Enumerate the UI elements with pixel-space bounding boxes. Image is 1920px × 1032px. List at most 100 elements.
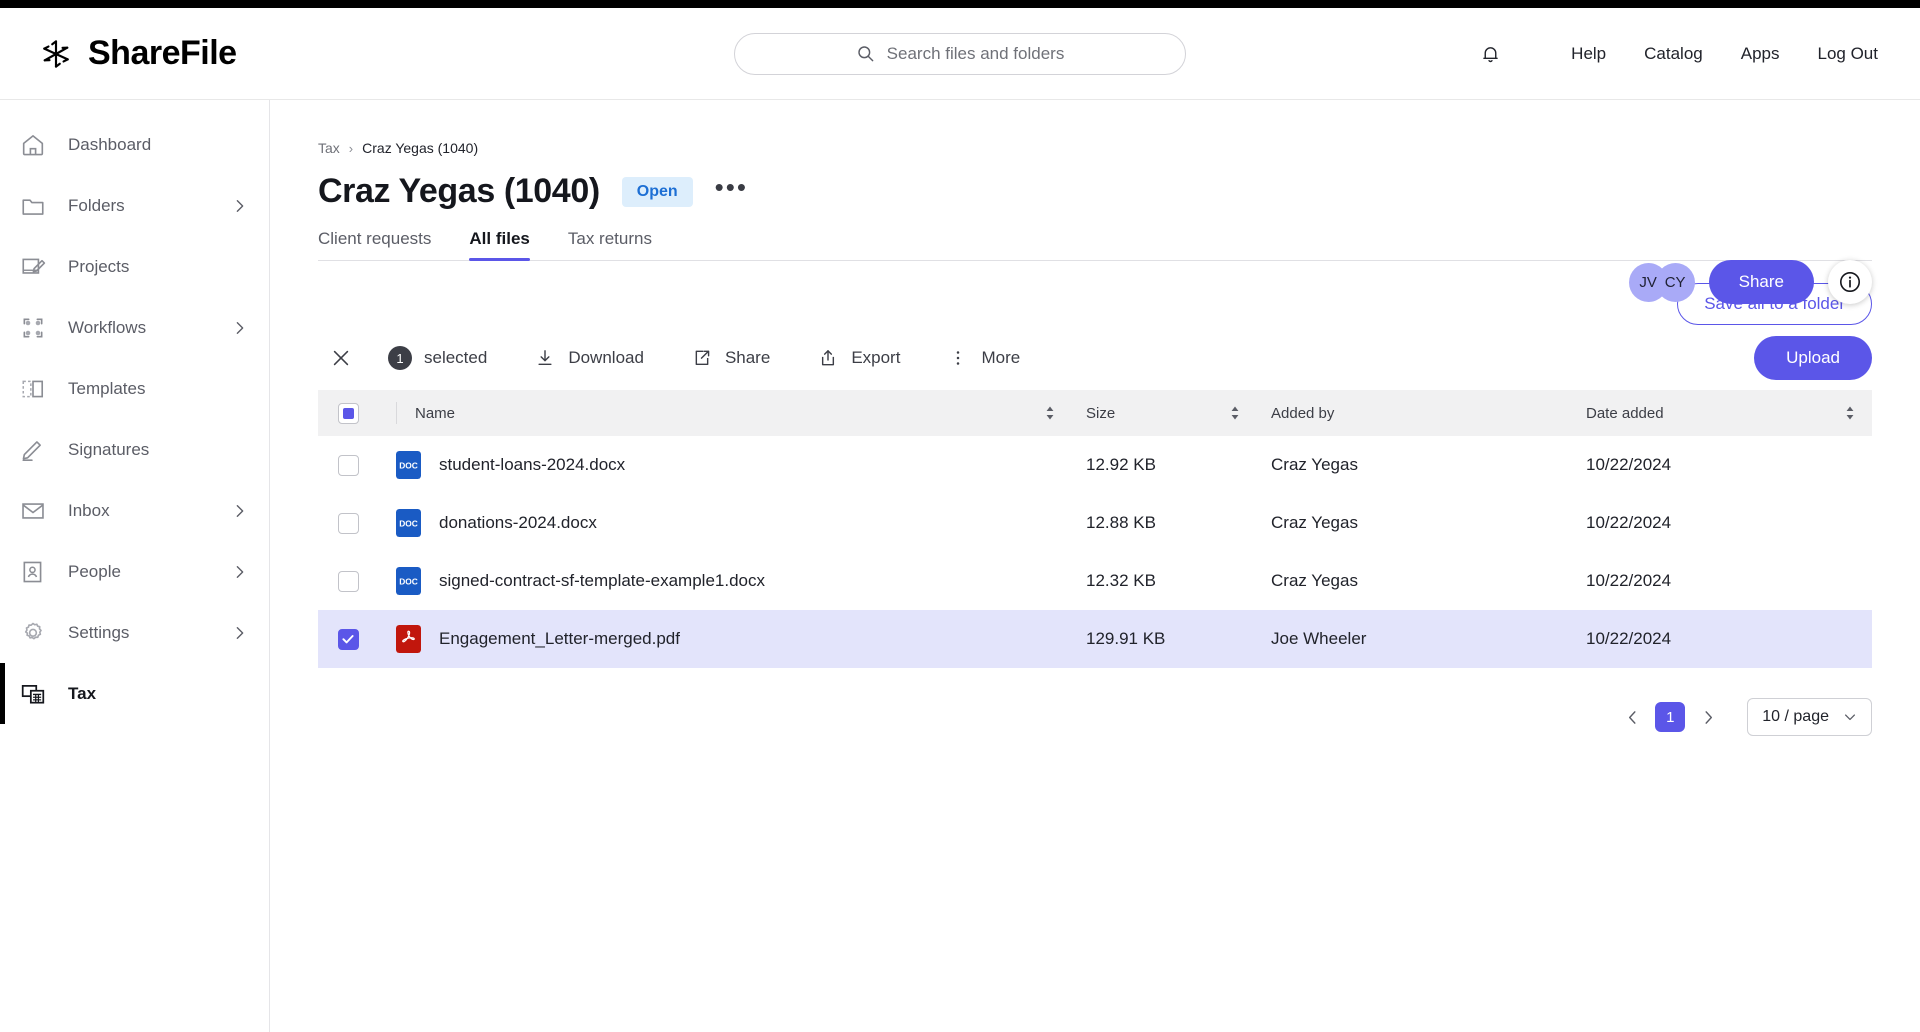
upload-button[interactable]: Upload: [1754, 336, 1872, 380]
page-body: Dashboard Folders Projects Workflows Tem…: [0, 100, 1920, 1032]
notification-bell-button[interactable]: [1480, 43, 1501, 64]
close-x-icon[interactable]: [330, 347, 352, 369]
share-action[interactable]: Share: [692, 348, 770, 368]
row-size: 129.91 KB: [1086, 629, 1166, 648]
file-name[interactable]: signed-contract-sf-template-example1.doc…: [439, 571, 765, 591]
tab-tax-returns[interactable]: Tax returns: [568, 229, 652, 260]
row-checkbox[interactable]: [337, 512, 359, 534]
content-tabs: Client requests All files Tax returns: [318, 229, 1872, 261]
export-label: Export: [851, 348, 901, 367]
share-button[interactable]: Share: [1708, 260, 1814, 304]
table-row[interactable]: Engagement_Letter-merged.pdf 129.91 KB J…: [318, 610, 1872, 668]
breadcrumb-current: Craz Yegas (1040): [362, 140, 479, 156]
files-table: Name Size Added by Date added DOC studen…: [318, 390, 1872, 668]
column-header-date-added[interactable]: Date added: [1572, 405, 1872, 422]
sidebar-item-tax[interactable]: Tax: [0, 663, 269, 724]
download-action[interactable]: Download: [535, 348, 644, 368]
column-header-size[interactable]: Size: [1072, 405, 1257, 422]
sidebar-item-inbox[interactable]: Inbox: [0, 480, 269, 541]
page-overflow-menu-button[interactable]: •••: [715, 174, 748, 201]
sidebar-label-inbox: Inbox: [68, 500, 110, 520]
sort-arrows-icon[interactable]: [1844, 405, 1856, 421]
row-checkbox[interactable]: [337, 628, 359, 650]
select-all-checkbox[interactable]: [337, 402, 359, 424]
search-input[interactable]: Search files and folders: [734, 32, 1186, 75]
sidebar-label-tax: Tax: [68, 683, 97, 703]
export-action[interactable]: Export: [818, 348, 900, 368]
download-icon: [538, 350, 552, 366]
avatar[interactable]: CY: [1655, 262, 1695, 302]
global-search[interactable]: Search files and folders: [734, 32, 1186, 75]
main-content: Tax › Craz Yegas (1040) Craz Yegas (1040…: [270, 100, 1920, 1032]
row-size: 12.88 KB: [1086, 513, 1156, 532]
chevron-right-icon: [236, 199, 244, 212]
more-action[interactable]: More: [948, 348, 1020, 368]
doc-file-icon: DOC: [396, 509, 421, 537]
column-label-size: Size: [1086, 404, 1116, 422]
row-name-cell: DOC donations-2024.docx: [378, 509, 1072, 537]
row-added-by: Craz Yegas: [1271, 513, 1358, 532]
info-button[interactable]: [1828, 260, 1872, 304]
sidebar-item-settings[interactable]: Settings: [0, 602, 269, 663]
breadcrumb-root[interactable]: Tax: [318, 140, 340, 156]
row-select-cell: [318, 570, 378, 592]
column-header-name[interactable]: Name: [378, 402, 1072, 424]
pagination-page-1[interactable]: 1: [1655, 702, 1686, 732]
brand-name: ShareFile: [88, 34, 237, 72]
row-name-cell: Engagement_Letter-merged.pdf: [378, 625, 1072, 653]
tab-all-files[interactable]: All files: [469, 229, 531, 261]
sidebar-label-projects: Projects: [68, 256, 130, 276]
sort-arrows-icon[interactable]: [1229, 405, 1241, 421]
pagination-next-button[interactable]: [1693, 702, 1723, 732]
sidebar-item-projects[interactable]: Projects: [0, 236, 269, 297]
brand-logo-group[interactable]: ShareFile: [0, 34, 237, 73]
header-link-catalog[interactable]: Catalog: [1644, 44, 1703, 64]
per-page-label: 10 / page: [1762, 708, 1829, 725]
sidebar-item-folders[interactable]: Folders: [0, 175, 269, 236]
doc-file-icon: DOC: [396, 567, 421, 595]
notification-bell-icon: [1483, 47, 1498, 63]
pagination: 1 10 / page: [318, 698, 1872, 736]
select-all-cell: [318, 402, 378, 424]
pagination-prev-button[interactable]: [1617, 702, 1647, 732]
header-link-help[interactable]: Help: [1571, 44, 1606, 64]
sidebar-label-settings: Settings: [68, 622, 130, 642]
table-header-row: Name Size Added by Date added: [318, 390, 1872, 436]
sort-arrows-icon[interactable]: [1044, 405, 1056, 421]
row-select-cell: [318, 628, 378, 650]
row-date-added: 10/22/2024: [1586, 513, 1672, 532]
sidebar-item-templates[interactable]: Templates: [0, 358, 269, 419]
table-row[interactable]: DOC signed-contract-sf-template-example1…: [318, 552, 1872, 610]
table-row[interactable]: DOC donations-2024.docx 12.88 KB Craz Ye…: [318, 494, 1872, 552]
file-name[interactable]: student-loans-2024.docx: [439, 455, 625, 475]
file-name[interactable]: Engagement_Letter-merged.pdf: [439, 629, 680, 649]
table-row[interactable]: DOC student-loans-2024.docx 12.92 KB Cra…: [318, 436, 1872, 494]
header-link-log-out[interactable]: Log Out: [1818, 44, 1879, 64]
chevron-right-icon: [236, 504, 244, 517]
chevron-down-icon: [1844, 714, 1856, 721]
app-header: ShareFile Search files and folders Help …: [0, 8, 1920, 100]
tax-calculator-icon: [21, 684, 45, 704]
row-checkbox[interactable]: [337, 570, 359, 592]
avatar-group: JV CY: [1628, 262, 1695, 302]
home-icon: [22, 134, 44, 155]
per-page-select[interactable]: 10 / page: [1747, 698, 1872, 736]
row-size: 12.32 KB: [1086, 571, 1156, 590]
sidebar-item-people[interactable]: People: [0, 541, 269, 602]
sidebar-item-workflows[interactable]: Workflows: [0, 297, 269, 358]
projects-icon: [22, 258, 46, 274]
file-name[interactable]: donations-2024.docx: [439, 513, 597, 533]
sidebar-label-workflows: Workflows: [68, 317, 147, 337]
sharefile-pinwheel-icon: [43, 39, 69, 68]
tab-client-requests[interactable]: Client requests: [318, 229, 431, 260]
selected-label: selected: [424, 348, 488, 367]
sidebar-item-dashboard[interactable]: Dashboard: [0, 114, 269, 175]
header-link-apps[interactable]: Apps: [1741, 44, 1780, 64]
envelope-icon: [22, 502, 44, 519]
sidebar-item-signatures[interactable]: Signatures: [0, 419, 269, 480]
row-checkbox[interactable]: [337, 454, 359, 476]
chevron-right-icon: [236, 626, 244, 639]
row-select-cell: [318, 512, 378, 534]
sidebar-label-dashboard: Dashboard: [68, 134, 152, 154]
column-header-added-by[interactable]: Added by: [1257, 405, 1572, 422]
